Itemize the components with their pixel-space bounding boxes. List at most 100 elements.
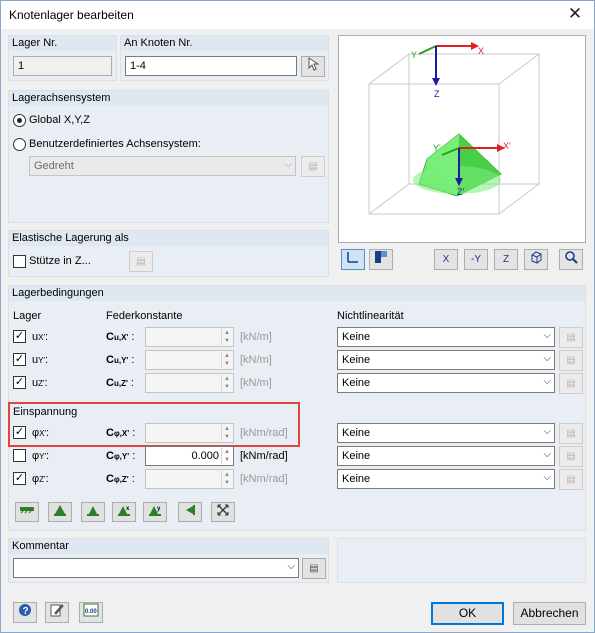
nl-ux-edit-icon[interactable]: ▤ — [559, 327, 583, 348]
ok-button[interactable]: OK — [431, 602, 504, 625]
cphix-input[interactable]: ▲ ▼ — [145, 423, 234, 443]
chevron-down-icon: ⌵ — [543, 353, 551, 364]
cuy-unit: [kN/m] — [240, 354, 272, 366]
uz-checkbox[interactable]: ✓ — [13, 376, 26, 389]
an-knoten-field[interactable]: 1-4 — [125, 56, 297, 76]
global-y-label: Y — [411, 50, 417, 60]
kommentar-group: Kommentar ⌵ ▤ — [8, 538, 329, 583]
cuz-input[interactable]: ▲ ▼ — [145, 373, 234, 393]
cux-unit: [kN/m] — [240, 331, 272, 343]
phix-checkbox[interactable]: ✓ — [13, 426, 26, 439]
support-wall-icon[interactable] — [178, 502, 202, 522]
nl-phiy-edit-icon[interactable]: ▤ — [559, 446, 583, 467]
pick-node-icon[interactable] — [301, 56, 325, 77]
support-hinged-icon[interactable] — [15, 502, 39, 522]
global-radio[interactable] — [13, 114, 26, 127]
view-x-icon[interactable]: X — [434, 249, 458, 270]
custom-axis-dropdown[interactable]: Gedreht ⌵ — [29, 156, 296, 176]
support-fixed-icon[interactable] — [48, 502, 72, 522]
global-z-label: Z — [434, 89, 440, 99]
cuy-input[interactable]: ▲ ▼ — [145, 350, 234, 370]
svg-text:y: y — [157, 506, 161, 512]
support-preview: X Y Z X' Y' Z' — [338, 35, 586, 243]
nl-phiy-dropdown[interactable]: Keine ⌵ — [337, 446, 555, 466]
help-icon[interactable]: ? — [13, 602, 37, 623]
chevron-down-icon: ⌵ — [287, 561, 295, 572]
phiy-checkbox[interactable] — [13, 449, 26, 462]
nl-ux-dropdown[interactable]: Keine ⌵ — [337, 327, 555, 347]
cphiy-input[interactable]: 0.000 ▲ ▼ — [145, 446, 234, 466]
nl-phix-dropdown[interactable]: Keine ⌵ — [337, 423, 555, 443]
render-mode-icon[interactable] — [369, 249, 393, 270]
spin-arrows-icon[interactable]: ▲ ▼ — [221, 329, 232, 345]
uy-checkbox[interactable]: ✓ — [13, 353, 26, 366]
nl-phix-edit-icon[interactable]: ▤ — [559, 423, 583, 444]
release-all-icon[interactable] — [211, 502, 235, 522]
support-pinned-icon[interactable] — [81, 502, 105, 522]
custom-radio[interactable] — [13, 138, 26, 151]
nl-phiz-edit-icon[interactable]: ▤ — [559, 469, 583, 490]
elastisch-header: Elastische Lagerung als — [12, 232, 129, 244]
stuetze-checkbox[interactable] — [13, 255, 26, 268]
info-panel — [337, 538, 586, 583]
col-feder-header: Federkonstante — [106, 310, 183, 322]
ux-checkbox[interactable]: ✓ — [13, 330, 26, 343]
custom-label: Benutzerdefiniertes Achsensystem: — [29, 138, 201, 150]
support-x-icon[interactable]: x — [112, 502, 136, 522]
col-lager-header: Lager — [13, 310, 42, 322]
axis-view-icon[interactable] — [341, 249, 365, 270]
lagerbedingungen-header: Lagerbedingungen — [12, 287, 104, 299]
phiz-label: φZ': — [32, 473, 49, 485]
nl-uy-dropdown[interactable]: Keine ⌵ — [337, 350, 555, 370]
nl-phiz-dropdown[interactable]: Keine ⌵ — [337, 469, 555, 489]
view-minus-y-icon[interactable]: -Y — [464, 249, 488, 270]
support-y-icon[interactable]: y — [143, 502, 167, 522]
edit-note-icon[interactable] — [45, 602, 69, 623]
nl-uz-dropdown[interactable]: Keine ⌵ — [337, 373, 555, 393]
stuetze-label: Stütze in Z... — [29, 255, 91, 267]
close-icon[interactable]: ✕ — [562, 3, 588, 25]
local-z-label: Z' — [457, 187, 464, 197]
cphix-label: Cφ,X' : — [106, 427, 136, 439]
kommentar-dropdown[interactable]: ⌵ — [13, 558, 299, 578]
cancel-button[interactable]: Abbrechen — [513, 602, 586, 625]
global-x-label: X — [478, 46, 484, 56]
units-icon[interactable]: 0.00 — [79, 602, 103, 623]
isometric-view-icon[interactable] — [524, 249, 548, 270]
stuetze-edit-icon[interactable]: ▤ — [129, 251, 153, 272]
global-label: Global X,Y,Z — [29, 114, 90, 126]
uz-label: uZ': — [32, 377, 48, 389]
nl-uz-edit-icon[interactable]: ▤ — [559, 373, 583, 394]
window-title: Knotenlager bearbeiten — [9, 8, 134, 22]
svg-text:?: ? — [23, 606, 29, 617]
chevron-down-icon: ⌵ — [543, 472, 551, 483]
spin-arrows-icon[interactable]: ▲ ▼ — [221, 375, 232, 391]
local-y-label: Y' — [433, 143, 441, 153]
cphiz-input[interactable]: ▲ ▼ — [145, 469, 234, 489]
view-z-icon[interactable]: Z — [494, 249, 518, 270]
phix-label: φX': — [32, 427, 50, 439]
lager-nr-field[interactable]: 1 — [13, 56, 112, 76]
spin-arrows-icon[interactable]: ▲ ▼ — [221, 425, 232, 441]
cphiy-unit: [kNm/rad] — [240, 450, 288, 462]
dialog-window: Knotenlager bearbeiten ✕ Lager Nr. 1 An … — [0, 0, 595, 633]
zoom-reset-icon[interactable] — [559, 249, 583, 270]
spin-arrows-icon[interactable]: ▲ ▼ — [221, 448, 232, 464]
units-icon-label: 0.00 — [85, 609, 97, 615]
an-knoten-group: An Knoten Nr. 1-4 — [120, 35, 329, 81]
support-preview-graphic: X Y Z X' Y' Z' — [368, 42, 540, 215]
nl-uy-edit-icon[interactable]: ▤ — [559, 350, 583, 371]
lagerachsensystem-group: Lagerachsensystem Global X,Y,Z Benutzerd… — [8, 90, 329, 223]
kommentar-edit-icon[interactable]: ▤ — [302, 558, 326, 579]
cphiy-label: Cφ,Y' : — [106, 450, 136, 462]
cux-label: Cu,X' : — [106, 331, 135, 343]
local-x-label: X' — [503, 141, 511, 151]
cux-input[interactable]: ▲ ▼ — [145, 327, 234, 347]
custom-axis-value: Gedreht — [34, 160, 74, 172]
spin-arrows-icon[interactable]: ▲ ▼ — [221, 471, 232, 487]
cphiz-unit: [kNm/rad] — [240, 473, 288, 485]
cuz-unit: [kN/m] — [240, 377, 272, 389]
spin-arrows-icon[interactable]: ▲ ▼ — [221, 352, 232, 368]
edit-axis-icon[interactable]: ▤ — [301, 156, 325, 177]
phiz-checkbox[interactable]: ✓ — [13, 472, 26, 485]
